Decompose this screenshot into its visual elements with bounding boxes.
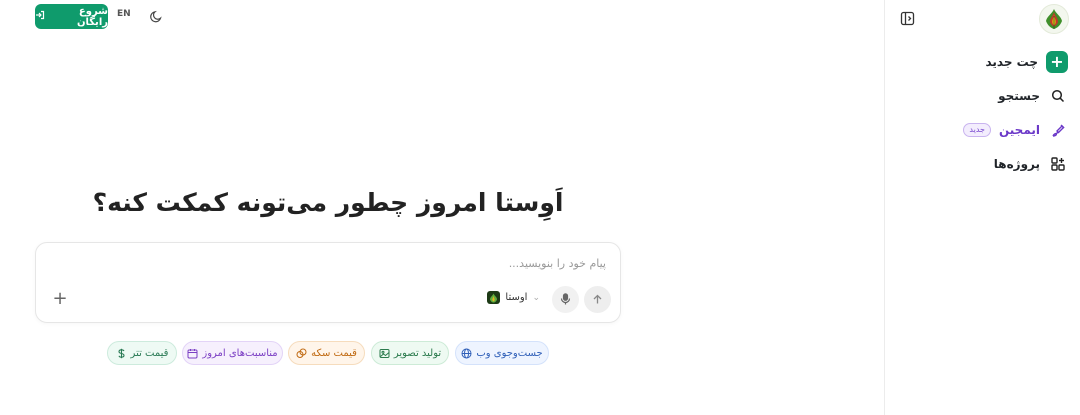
message-input[interactable] <box>66 257 606 270</box>
login-icon <box>35 10 45 23</box>
suggestion-chips: جست‌وجوی وب تولید تصویر قیمت سکه مناسبت‌… <box>107 341 549 365</box>
sidebar-item-label: پروژه‌ها <box>993 157 1040 171</box>
search-icon <box>1048 86 1068 106</box>
sidebar-nav: + چت جدید جستجو ایمجین جدید <box>898 51 1068 187</box>
calendar-icon <box>187 348 198 359</box>
avesta-model-icon <box>487 291 501 304</box>
image-icon <box>379 348 390 359</box>
new-badge: جدید <box>963 123 991 137</box>
start-free-label: شروع رایگان <box>76 5 108 28</box>
sidebar-item-projects[interactable]: پروژه‌ها <box>898 153 1068 175</box>
chip-label: مناسبت‌های امروز <box>202 347 278 359</box>
attach-plus-button[interactable]: + <box>50 289 70 309</box>
plus-icon: + <box>1046 51 1068 73</box>
start-free-button[interactable]: شروع رایگان <box>35 4 108 29</box>
send-button[interactable] <box>584 286 611 313</box>
chip-today-occasions[interactable]: مناسبت‌های امروز <box>182 341 283 365</box>
dollar-icon <box>116 348 127 359</box>
microphone-icon <box>560 290 571 309</box>
sidebar-item-label: ایمجین <box>998 123 1040 137</box>
chip-label: تولید تصویر <box>393 347 442 359</box>
language-toggle[interactable]: EN <box>117 9 131 19</box>
message-composer: اوستا ⌄ + <box>35 242 621 323</box>
chip-label: قیمت تتر <box>130 347 169 359</box>
microphone-button[interactable] <box>552 286 579 313</box>
brush-icon <box>1048 120 1068 140</box>
model-selector[interactable]: اوستا ⌄ <box>487 291 540 304</box>
sidebar-item-label: چت جدید <box>985 55 1038 69</box>
chip-label: جست‌وجوی وب <box>476 347 543 359</box>
chevron-down-icon: ⌄ <box>532 292 540 303</box>
sidebar-item-label: جستجو <box>998 89 1040 103</box>
moon-icon[interactable] <box>148 8 164 24</box>
sidebar-collapse-icon[interactable] <box>897 8 917 28</box>
chip-web-search[interactable]: جست‌وجوی وب <box>455 341 549 365</box>
coins-icon <box>296 348 307 359</box>
plus-icon: + <box>52 288 68 309</box>
model-label: اوستا <box>505 292 528 303</box>
globe-icon <box>461 348 472 359</box>
arrow-up-icon <box>592 290 603 309</box>
chip-image-generation[interactable]: تولید تصویر <box>371 341 449 365</box>
sidebar-item-new-chat[interactable]: + چت جدید <box>898 51 1068 73</box>
sidebar-item-search[interactable]: جستجو <box>898 85 1068 107</box>
chip-tether-price[interactable]: قیمت تتر <box>107 341 177 365</box>
chip-label: قیمت سکه <box>311 347 357 359</box>
sidebar-item-imagine[interactable]: ایمجین جدید <box>898 119 1068 141</box>
avesta-logo-icon[interactable] <box>1039 4 1069 34</box>
page-title: اَوِستا امروز چطور می‌تونه کمکت کنه؟ <box>92 188 564 217</box>
grid-plus-icon <box>1048 154 1068 174</box>
chip-coin-price[interactable]: قیمت سکه <box>288 341 365 365</box>
sidebar: + چت جدید جستجو ایمجین جدید <box>884 0 1080 415</box>
